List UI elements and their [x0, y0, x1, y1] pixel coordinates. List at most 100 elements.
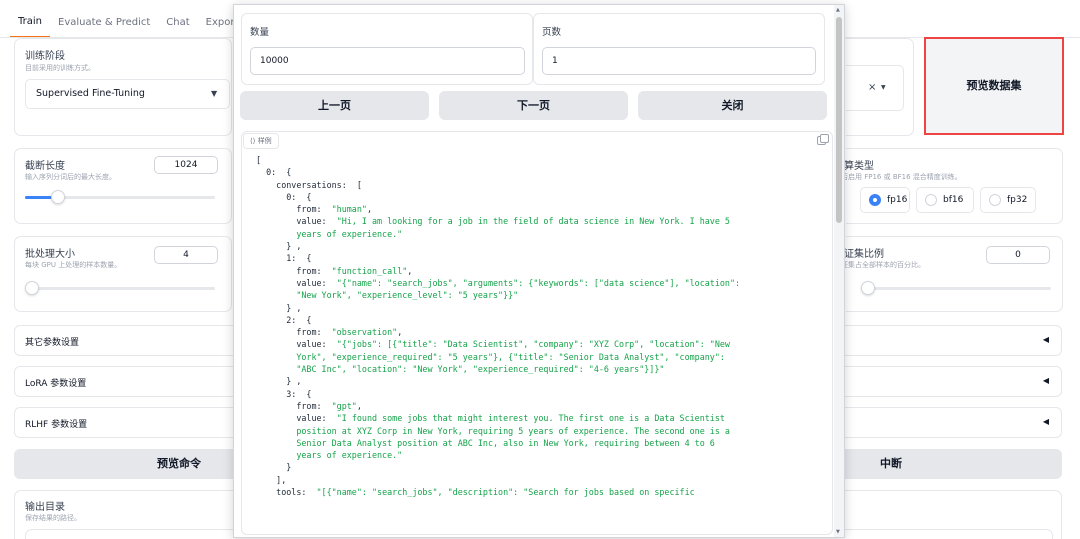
- radio-fp16[interactable]: fp16: [860, 187, 910, 213]
- json-line: 2: {: [256, 314, 822, 326]
- json-key-text: [256, 450, 296, 460]
- json-key-text: from:: [256, 327, 332, 338]
- json-key-text: conversations: [: [256, 179, 362, 190]
- tab-train[interactable]: Train: [10, 16, 50, 38]
- json-line: years of experience.": [256, 449, 822, 461]
- val-input[interactable]: 0: [986, 246, 1050, 264]
- json-viewer: ⟨⟩ 样例 [ 0: { conversations: [ 0: { from:…: [241, 131, 833, 535]
- json-punct: ,: [407, 265, 413, 276]
- tab-evaluate-predict[interactable]: Evaluate & Predict: [50, 17, 158, 38]
- preview-command-label: 预览命令: [157, 457, 201, 470]
- radio-bf16-dot: [925, 194, 937, 206]
- json-line: } ,: [256, 302, 822, 314]
- val-desc: 验证集占全部样本的百分比。: [834, 261, 925, 269]
- radio-bf16[interactable]: bf16: [916, 187, 974, 213]
- page-block: 页数 1: [533, 13, 825, 85]
- accordion-lora-label: LoRA 参数设置: [25, 379, 87, 389]
- json-key-text: 0: {: [256, 191, 312, 202]
- code-icon: ⟨⟩: [250, 137, 258, 145]
- accordion-rlhf-label: RLHF 参数设置: [25, 420, 88, 430]
- json-line: from: "observation",: [256, 326, 822, 338]
- stage-panel: 训练阶段 目前采用的训练方式。 Supervised Fine-Tuning ▼: [14, 38, 232, 136]
- json-string-value: years of experience.": [296, 450, 403, 461]
- stage-select[interactable]: Supervised Fine-Tuning: [25, 79, 230, 109]
- json-string-value: "ABC Inc", "location": "New York", "expe…: [296, 364, 665, 375]
- json-key-text: value:: [256, 339, 337, 350]
- json-key-text: [256, 352, 296, 362]
- cutoff-panel: 截断长度 输入序列分词后的最大长度。 1024: [14, 148, 232, 224]
- batch-input[interactable]: 4: [154, 246, 218, 264]
- radio-fp32[interactable]: fp32: [980, 187, 1036, 213]
- scroll-up-icon[interactable]: ▲: [836, 7, 840, 13]
- radio-bf16-label: bf16: [943, 195, 964, 205]
- close-button[interactable]: 关闭: [638, 91, 827, 120]
- next-page-button[interactable]: 下一页: [439, 91, 628, 120]
- json-line: } ,: [256, 375, 822, 387]
- json-key-text: value:: [256, 277, 337, 288]
- dataset-select[interactable]: × ▼: [846, 65, 904, 111]
- cutoff-input[interactable]: 1024: [154, 156, 218, 174]
- clear-icon[interactable]: ×: [868, 82, 876, 93]
- stage-label: 训练阶段: [25, 51, 65, 62]
- json-line: 1: {: [256, 252, 822, 264]
- json-key-text: } ,: [256, 376, 302, 387]
- stage-desc: 目前采用的训练方式。: [25, 64, 95, 72]
- output-label: 输出目录: [25, 502, 65, 513]
- json-line: conversations: [: [256, 179, 822, 191]
- json-key-text: tools:: [256, 487, 317, 498]
- scroll-down-icon[interactable]: ▼: [836, 529, 840, 535]
- json-line: tools: "[{"name": "search_jobs", "descri…: [256, 486, 822, 498]
- batch-slider-handle[interactable]: [25, 281, 39, 295]
- chevron-down-icon: ▼: [211, 89, 218, 98]
- json-key-text: from:: [256, 400, 332, 411]
- preview-dataset-button[interactable]: 预览数据集: [924, 37, 1064, 135]
- json-punct: ,: [366, 204, 372, 215]
- json-string-value: "[{"name": "search_jobs", "description":…: [316, 487, 695, 498]
- json-key-text: value:: [256, 413, 337, 424]
- json-tag: ⟨⟩ 样例: [243, 133, 279, 149]
- json-line: value: "{"name": "search_jobs", "argumen…: [256, 277, 822, 289]
- json-line: 3: {: [256, 388, 822, 400]
- json-key-text: [256, 364, 296, 374]
- accordion-other-label: 其它参数设置: [25, 338, 80, 348]
- collapse-arrow-icon: ◀: [1042, 376, 1049, 385]
- json-string-value: "I found some jobs that might interest y…: [336, 413, 725, 424]
- json-line: } ,: [256, 240, 822, 252]
- batch-desc: 每块 GPU 上处理的样本数量。: [25, 261, 122, 269]
- count-input[interactable]: 10000: [250, 47, 525, 75]
- json-key-text: [256, 426, 296, 436]
- cutoff-slider-handle[interactable]: [51, 190, 65, 204]
- json-content: [ 0: { conversations: [ 0: { from: "huma…: [256, 154, 822, 498]
- json-line: ],: [256, 474, 822, 486]
- scrollbar[interactable]: ▲ ▼: [834, 5, 844, 537]
- radio-fp32-dot: [989, 194, 1001, 206]
- dataset-panel: × ▼: [846, 38, 914, 136]
- json-string-value: "gpt": [331, 400, 357, 411]
- compute-desc: 是否启用 FP16 或 BF16 混合精度训练。: [834, 173, 962, 181]
- json-string-value: York", "experience_required": "5 years"}…: [296, 351, 725, 362]
- json-key-text: 3: {: [256, 388, 312, 399]
- json-key-text: ],: [256, 474, 287, 485]
- json-line: "ABC Inc", "location": "New York", "expe…: [256, 363, 822, 375]
- tab-chat[interactable]: Chat: [158, 17, 197, 38]
- json-line: position at XYZ Corp in New York, requir…: [256, 425, 822, 437]
- cutoff-desc: 输入序列分词后的最大长度。: [25, 173, 116, 181]
- val-slider-handle[interactable]: [861, 281, 875, 295]
- val-slider-track[interactable]: [861, 287, 1051, 290]
- interrupt-label: 中断: [880, 457, 902, 470]
- json-string-value: years of experience.": [296, 228, 403, 239]
- json-line: }: [256, 461, 822, 473]
- copy-icon[interactable]: [817, 134, 829, 145]
- val-panel: 验证集比例 验证集占全部样本的百分比。 0: [834, 236, 1063, 312]
- page-input[interactable]: 1: [542, 47, 816, 75]
- json-key-text: 1: {: [256, 253, 312, 264]
- json-punct: ,: [397, 327, 403, 338]
- json-key-text: 0: {: [256, 167, 292, 178]
- batch-slider-track[interactable]: [25, 287, 215, 290]
- prev-page-button[interactable]: 上一页: [240, 91, 429, 120]
- radio-fp16-dot: [869, 194, 881, 206]
- json-string-value: Senior Data Analyst position at ABC Inc,…: [296, 437, 715, 448]
- scrollbar-thumb[interactable]: [836, 17, 842, 223]
- dataset-preview-modal: 数量 10000 页数 1 上一页 下一页 关闭 ⟨⟩ 样例 [ 0: { co…: [233, 4, 845, 538]
- json-string-value: "Hi, I am looking for a job in the field…: [336, 216, 730, 227]
